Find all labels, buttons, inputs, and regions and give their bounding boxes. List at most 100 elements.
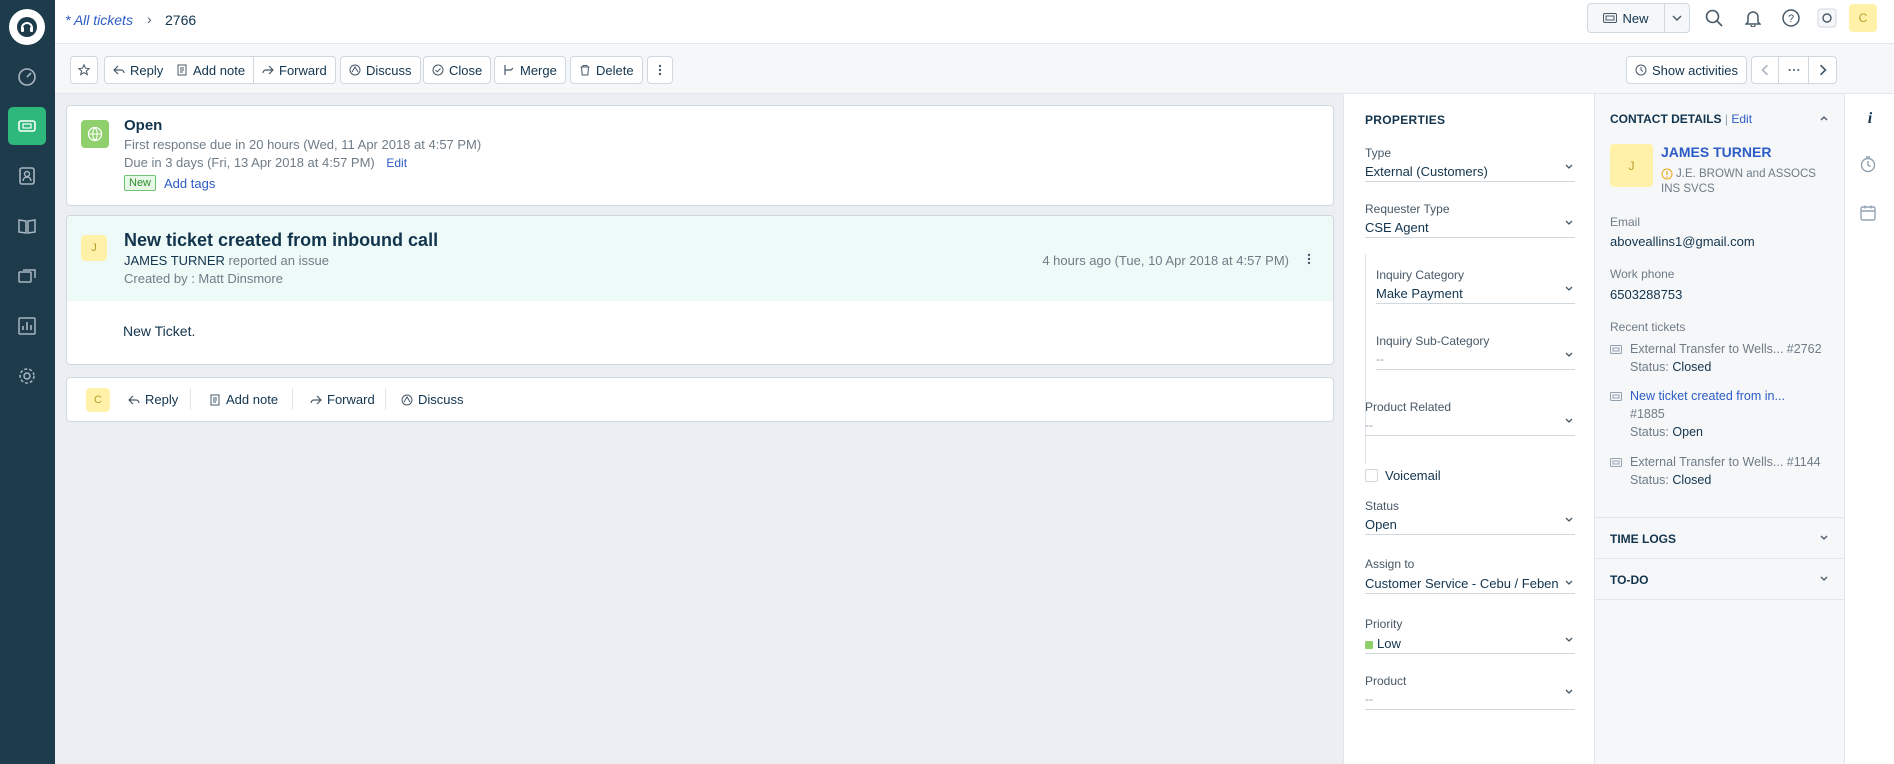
- status-value: Open: [1365, 517, 1397, 532]
- inquiry-sub-category-label: Inquiry Sub-Category: [1376, 334, 1490, 348]
- add-note-label: Add note: [193, 62, 246, 78]
- chevron-down-icon: [1565, 689, 1573, 694]
- chevron-down-icon: [1565, 580, 1573, 585]
- recent-tickets-label: Recent tickets: [1610, 320, 1686, 334]
- all-tickets-link[interactable]: * All tickets: [65, 12, 133, 28]
- divider: [385, 388, 386, 410]
- top-bar: * All tickets › 2766 New ? C: [55, 0, 1894, 44]
- solutions-book-icon[interactable]: [8, 207, 46, 245]
- apps-icon[interactable]: [1816, 7, 1838, 29]
- reply-button[interactable]: Reply: [104, 56, 173, 84]
- contact-name[interactable]: JAMES TURNER: [1661, 144, 1771, 160]
- app-sidebar: [0, 0, 55, 764]
- discuss-button[interactable]: Discuss: [340, 56, 421, 84]
- admin-gear-icon[interactable]: [8, 357, 46, 395]
- field-underline: [1365, 653, 1575, 654]
- conversation-card: J New ticket created from inbound call J…: [66, 215, 1334, 365]
- voicemail-checkbox[interactable]: [1365, 469, 1378, 482]
- chevron-down-icon: [1565, 418, 1573, 423]
- priority-low-indicator: [1365, 641, 1373, 649]
- chevron-down-icon: [1565, 286, 1573, 291]
- edit-due-link[interactable]: Edit: [386, 156, 407, 170]
- new-button[interactable]: New: [1587, 3, 1665, 33]
- reply-bar-forward[interactable]: Forward: [310, 392, 375, 407]
- reply-bar-forward-label: Forward: [327, 392, 375, 407]
- edit-contact-link[interactable]: Edit: [1731, 112, 1752, 126]
- reply-icon: [113, 65, 125, 75]
- voicemail-field[interactable]: Voicemail: [1365, 468, 1441, 483]
- globe-icon: [81, 120, 109, 148]
- add-note-button[interactable]: Add note: [168, 56, 255, 84]
- field-underline: [1365, 534, 1575, 535]
- time-logs-section[interactable]: TIME LOGS: [1595, 518, 1844, 558]
- reply-icon: [128, 395, 140, 404]
- status-label: Status: [1365, 499, 1400, 513]
- show-activities-button[interactable]: Show activities: [1626, 56, 1747, 84]
- product-related-value: --: [1365, 418, 1373, 432]
- reply-bar-reply[interactable]: Reply: [128, 392, 178, 407]
- todo-section[interactable]: TO-DO: [1595, 559, 1844, 599]
- note-icon: [210, 394, 220, 405]
- delete-button[interactable]: Delete: [570, 56, 643, 84]
- product-value: --: [1365, 692, 1373, 706]
- discuss-label: Discuss: [366, 62, 412, 78]
- ticket-icon: [1610, 458, 1622, 467]
- new-badge: New: [124, 175, 157, 191]
- more-tickets-button[interactable]: [1779, 56, 1809, 84]
- inquiry-sub-category-value: --: [1376, 352, 1384, 366]
- requester-name[interactable]: JAMES TURNER: [124, 253, 225, 268]
- forums-icon[interactable]: [8, 257, 46, 295]
- help-icon[interactable]: ?: [1780, 7, 1802, 29]
- status-prefix: Status:: [1630, 473, 1669, 487]
- chevron-up-icon[interactable]: [1819, 114, 1829, 122]
- forward-label: Forward: [279, 62, 327, 78]
- reply-bar-add-note[interactable]: Add note: [209, 392, 278, 407]
- helpdesk-logo-icon[interactable]: [9, 9, 45, 45]
- notifications-bell-icon[interactable]: [1742, 7, 1764, 29]
- resolution-due: Due in 3 days (Fri, 13 Apr 2018 at 4:57 …: [124, 155, 407, 170]
- ticket-toolbar: Reply Add note Forward Discuss Close Mer…: [55, 44, 1894, 94]
- timer-icon[interactable]: [1859, 155, 1877, 176]
- ticket-status: Open: [124, 117, 163, 134]
- merge-button[interactable]: Merge: [494, 56, 566, 84]
- field-underline: [1365, 709, 1575, 710]
- chevron-down-icon: [1565, 637, 1573, 642]
- message-more-button[interactable]: [1307, 253, 1311, 268]
- reply-label: Reply: [130, 62, 164, 78]
- chevron-down-icon: [1565, 352, 1573, 357]
- more-horizontal-icon: [1788, 68, 1799, 72]
- forward-button[interactable]: Forward: [254, 56, 336, 84]
- email-label: Email: [1610, 215, 1641, 229]
- message-body: New Ticket.: [123, 323, 196, 339]
- recent-ticket-id: #1144: [1786, 455, 1821, 469]
- divider: [1595, 599, 1844, 600]
- ticket-icon: [1610, 392, 1622, 401]
- search-icon[interactable]: [1703, 7, 1725, 29]
- recent-ticket-title-text: External Transfer to Wells...: [1630, 455, 1784, 469]
- calendar-icon[interactable]: [1859, 204, 1877, 225]
- contacts-icon[interactable]: [8, 157, 46, 195]
- reply-bar-discuss[interactable]: Discuss: [401, 392, 464, 407]
- agent-avatar: C: [86, 388, 110, 412]
- star-button[interactable]: [70, 56, 98, 84]
- previous-ticket-button[interactable]: [1751, 56, 1779, 84]
- chevron-right-icon: ›: [147, 11, 152, 27]
- next-ticket-button[interactable]: [1809, 56, 1837, 84]
- tickets-icon[interactable]: [8, 107, 46, 145]
- star-icon: [78, 64, 90, 76]
- recent-ticket-title: External Transfer to Wells... #2762: [1630, 342, 1822, 356]
- new-dropdown-button[interactable]: [1664, 3, 1690, 33]
- add-tags-link[interactable]: Add tags: [164, 176, 215, 191]
- user-avatar[interactable]: C: [1849, 4, 1877, 32]
- inquiry-category-value: Make Payment: [1376, 286, 1463, 301]
- close-button[interactable]: Close: [423, 56, 492, 84]
- recent-ticket-title[interactable]: New ticket created from in...: [1630, 389, 1785, 403]
- field-underline: [1365, 237, 1575, 238]
- chevron-down-icon: [1565, 164, 1573, 169]
- more-actions-button[interactable]: [647, 56, 673, 84]
- info-icon[interactable]: i: [1859, 108, 1881, 130]
- reports-icon[interactable]: [8, 307, 46, 345]
- contact-details-panel: CONTACT DETAILS | Edit J JAMES TURNER J.…: [1594, 94, 1844, 764]
- dashboard-icon[interactable]: [8, 58, 46, 96]
- trash-icon: [580, 65, 590, 76]
